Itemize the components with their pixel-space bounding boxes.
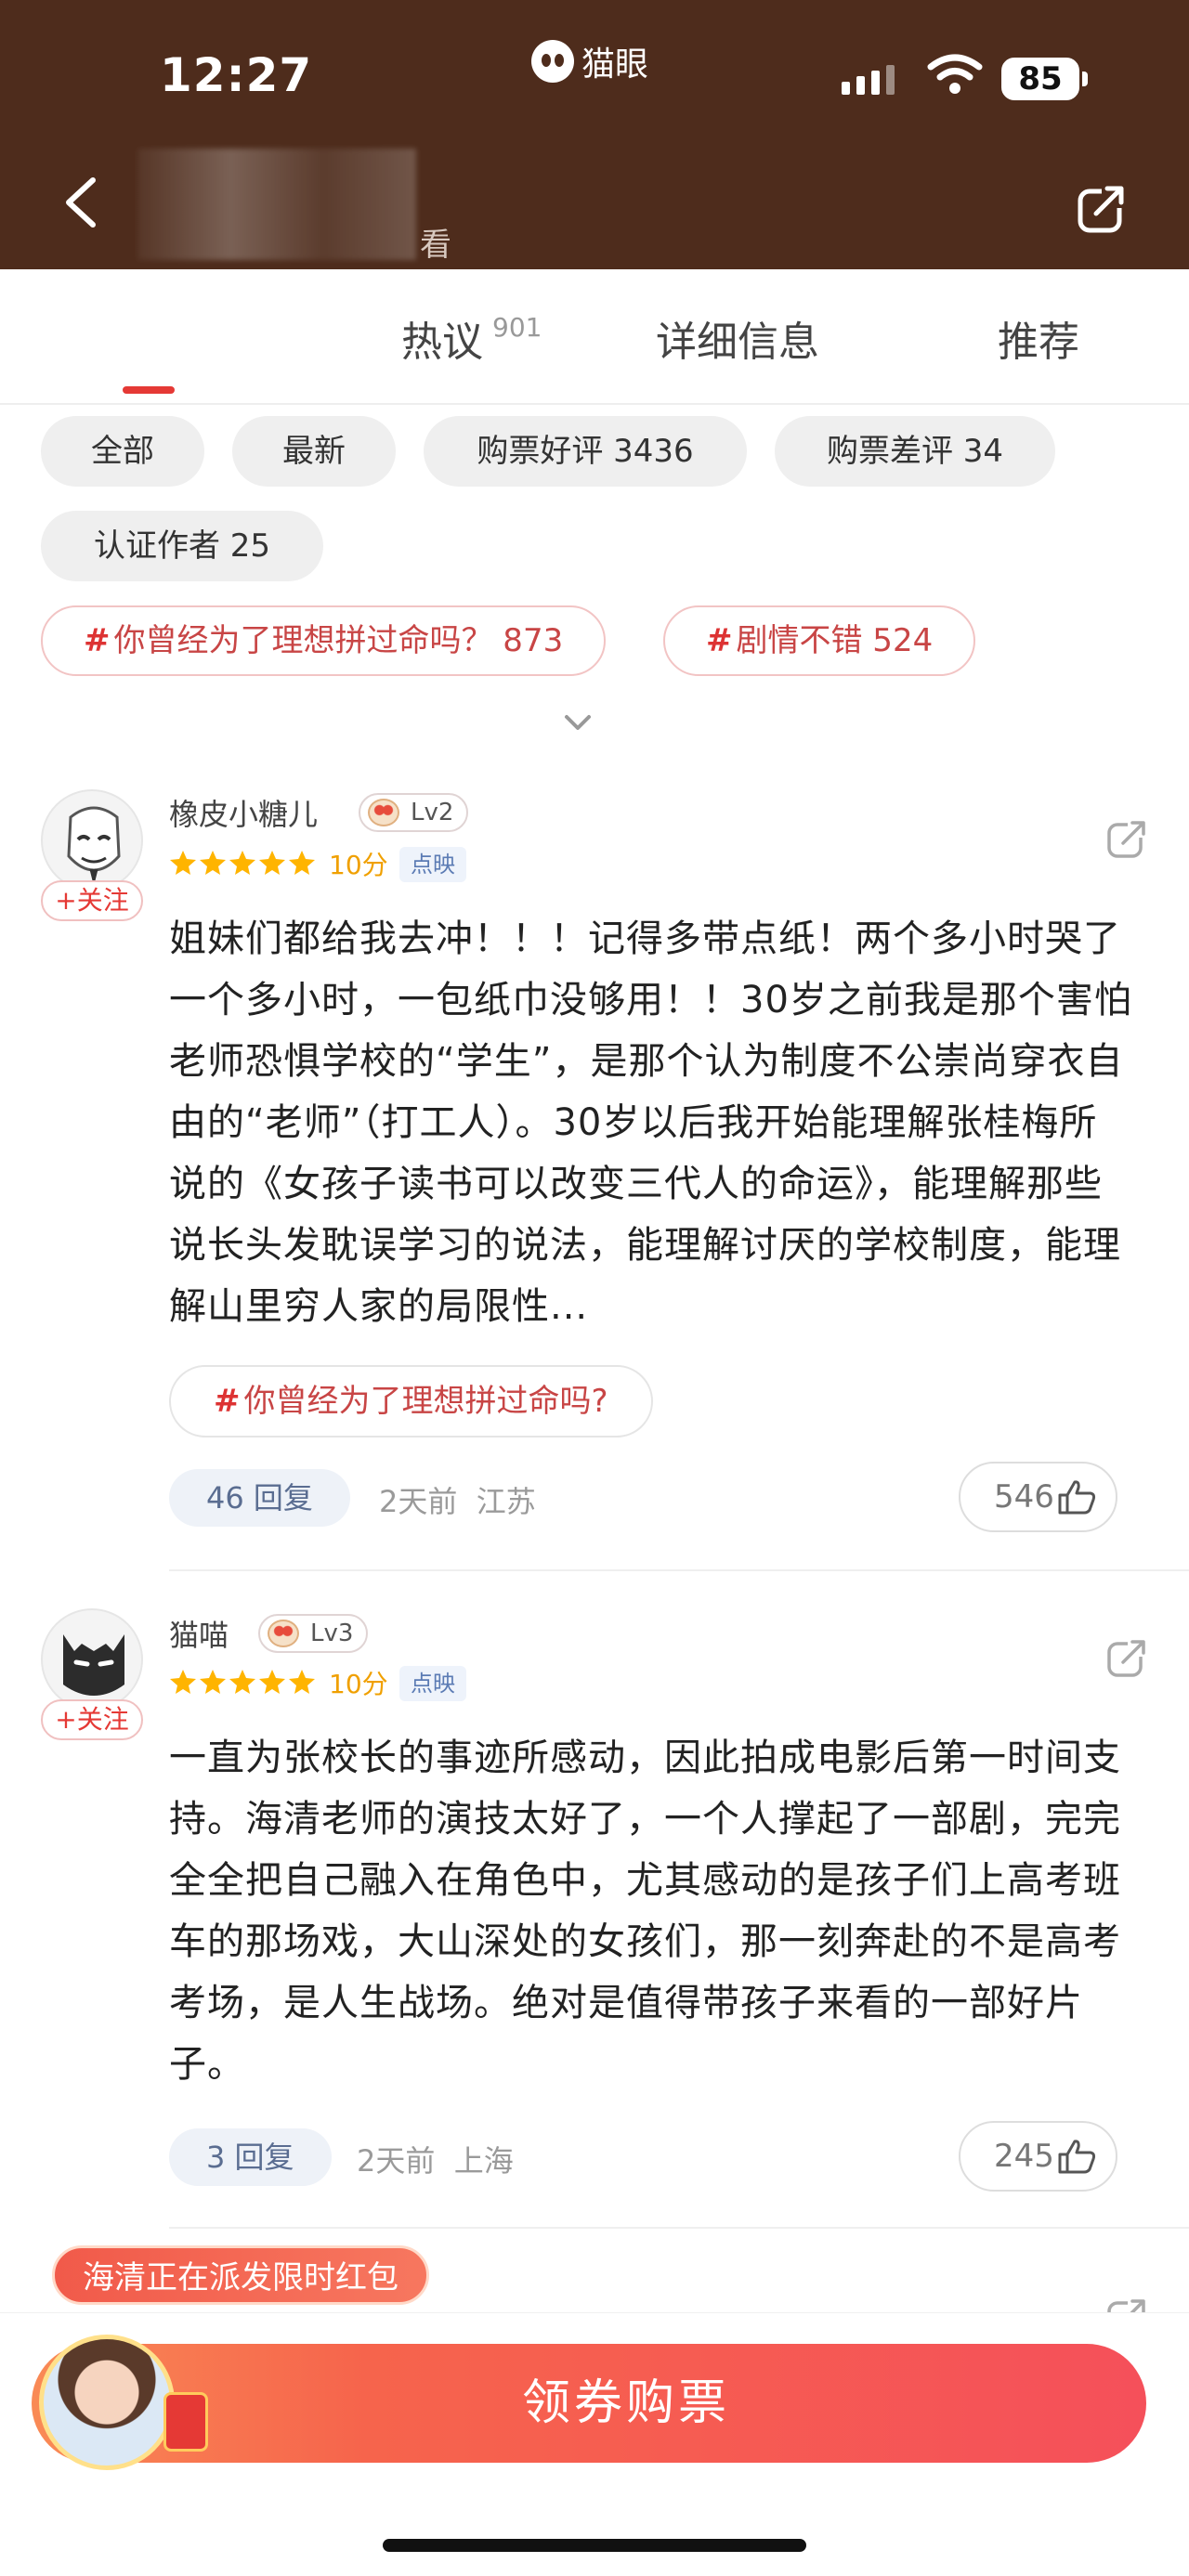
star-icon: [229, 851, 255, 875]
level-icon: [268, 1620, 299, 1647]
level-badge: Lv3: [258, 1614, 369, 1653]
thumbs-up-icon: [1058, 2140, 1095, 2174]
back-arrow-icon[interactable]: [58, 175, 104, 230]
tab-details[interactable]: 详细信息: [656, 308, 819, 368]
star-icon: [259, 1670, 285, 1694]
batman-avatar-icon: [63, 1634, 124, 1696]
movie-title-blurred: [137, 149, 416, 260]
tab-indicator: [123, 386, 175, 394]
red-packet-promo-bubble[interactable]: 海清正在派发限时红包: [52, 2245, 429, 2305]
chevron-down-icon[interactable]: [561, 708, 594, 735]
filter-negative[interactable]: 购票差评 34: [775, 416, 1055, 487]
topic-label: 你曾经为了理想拼过命吗？ 873: [113, 622, 564, 659]
comment-text: 一直为张校长的事迹所感动，因此拍成电影后第一时间支持。海清老师的演技太好了，一个…: [169, 1737, 1121, 2086]
share-icon[interactable]: [1105, 1636, 1148, 1679]
actor-avatar[interactable]: [28, 2322, 214, 2479]
maoyan-logo-icon: [531, 40, 574, 83]
comment-meta: 2天前 上海: [357, 2138, 514, 2180]
filter-positive[interactable]: 购票好评 3436: [424, 416, 747, 487]
share-icon[interactable]: [1076, 182, 1128, 234]
battery-indicator: 85: [1001, 58, 1088, 100]
level-icon: [368, 799, 399, 826]
comment-location: 上海: [453, 2143, 514, 2179]
filter-verified-authors[interactable]: 认证作者 25: [41, 511, 323, 581]
actor-face-icon: [39, 2335, 175, 2470]
username[interactable]: 猫喵: [169, 1612, 229, 1655]
comment-meta: 2天前 江苏: [379, 1478, 536, 1521]
divider: [169, 1569, 1189, 1571]
hash-icon: #: [84, 622, 111, 659]
avatar[interactable]: [41, 1608, 143, 1711]
star-icon: [289, 1670, 315, 1694]
comment-location: 江苏: [476, 1484, 536, 1519]
follow-button[interactable]: +关注: [41, 880, 143, 921]
score: 10分: [329, 850, 388, 880]
comment-time: 2天前: [357, 2143, 436, 2179]
reply-count-button[interactable]: 3 回复: [169, 2128, 332, 2186]
source-tag: 点映: [399, 1666, 466, 1701]
like-button[interactable]: 245: [959, 2121, 1117, 2192]
share-icon[interactable]: [1105, 817, 1148, 860]
avatar[interactable]: [41, 789, 143, 891]
status-time: 12:27: [160, 48, 313, 102]
tab-count: 901: [492, 312, 542, 343]
tab-bar: 热议 901 详细信息 推荐: [0, 269, 1189, 405]
like-count: 546: [994, 1478, 1054, 1516]
like-button[interactable]: 546: [959, 1462, 1117, 1532]
like-count: 245: [994, 2138, 1054, 2175]
topic-chip-ideal[interactable]: # 你曾经为了理想拼过命吗？ 873: [41, 605, 607, 676]
follow-button[interactable]: +关注: [41, 1699, 143, 1740]
score: 10分: [329, 1669, 388, 1699]
comment-topic[interactable]: # 你曾经为了理想拼过命吗?: [169, 1365, 653, 1438]
comment-time: 2天前: [379, 1484, 458, 1519]
tab-recommend[interactable]: 推荐: [998, 308, 1079, 368]
level-badge: Lv2: [359, 793, 469, 832]
star-icon: [170, 851, 196, 875]
hash-icon: #: [214, 1383, 241, 1420]
thumbs-up-icon: [1058, 1480, 1095, 1515]
topic-label: 剧情不错 524: [736, 622, 934, 659]
star-icon: [170, 1670, 196, 1694]
tab-label: 热议: [401, 319, 483, 366]
red-envelope-icon: [163, 2392, 208, 2452]
username[interactable]: 橡皮小糖儿: [169, 791, 318, 834]
reply-count-button[interactable]: 46 回复: [169, 1469, 350, 1527]
level-label: Lv3: [310, 1620, 354, 1647]
cellular-signal-icon: [842, 65, 895, 95]
mask-avatar-icon: [67, 806, 121, 881]
rating-stars: [169, 849, 316, 877]
top-header: 12:27 猫眼 85 看: [0, 0, 1189, 269]
app-name: 猫眼: [581, 46, 649, 84]
star-icon: [200, 851, 226, 875]
comment-text: 姐妹们都给我去冲！！！记得多带点纸！两个多小时哭了一个多小时，一包纸巾没够用！！…: [169, 917, 1132, 1328]
app-badge: 猫眼: [531, 37, 648, 85]
star-icon: [229, 1670, 255, 1694]
filter-all[interactable]: 全部: [41, 416, 204, 487]
level-label: Lv2: [411, 799, 454, 826]
divider: [169, 2227, 1189, 2229]
star-icon: [289, 851, 315, 875]
topic-chip-plot[interactable]: # 剧情不错 524: [663, 605, 976, 676]
topic-label: 你曾经为了理想拼过命吗?: [243, 1383, 608, 1420]
wifi-icon: [927, 54, 983, 94]
rating-stars: [169, 1668, 316, 1696]
filter-latest[interactable]: 最新: [232, 416, 396, 487]
tab-discussion[interactable]: 热议 901: [401, 308, 542, 368]
hash-icon: #: [706, 622, 733, 659]
home-indicator[interactable]: [383, 2539, 806, 2552]
star-icon: [200, 1670, 226, 1694]
source-tag: 点映: [399, 847, 466, 882]
title-suffix: 看: [420, 227, 451, 264]
star-icon: [259, 851, 285, 875]
